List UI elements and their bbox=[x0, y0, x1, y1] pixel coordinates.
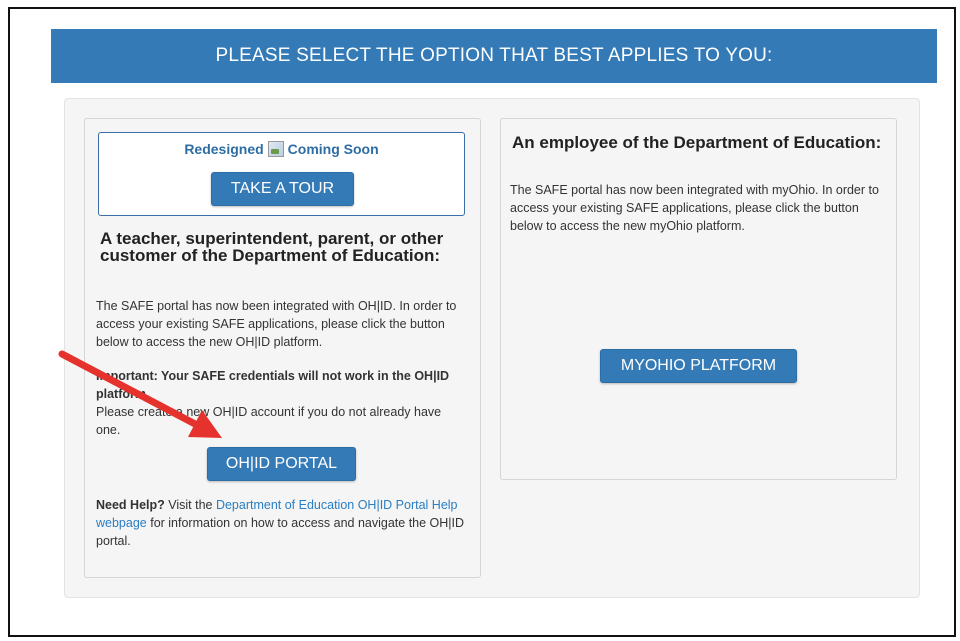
tour-title-prefix: Redesigned bbox=[184, 141, 264, 157]
tour-box: Redesigned Coming Soon TAKE A TOUR bbox=[98, 132, 465, 216]
help-label: Need Help? bbox=[96, 498, 165, 512]
employee-description: The SAFE portal has now been integrated … bbox=[510, 183, 879, 233]
page-title: PLEASE SELECT THE OPTION THAT BEST APPLI… bbox=[215, 45, 773, 66]
important-notice-bold: Important: Your SAFE credentials will no… bbox=[96, 369, 450, 401]
ohid-portal-button[interactable]: OH|ID PORTAL bbox=[207, 447, 356, 481]
take-a-tour-button[interactable]: TAKE A TOUR bbox=[211, 172, 354, 206]
broken-image-icon bbox=[267, 141, 284, 157]
myohio-platform-button[interactable]: MYOHIO PLATFORM bbox=[600, 349, 797, 383]
help-text: Need Help? Visit the Department of Educa… bbox=[96, 496, 468, 550]
help-text-pre: Visit the bbox=[164, 498, 216, 512]
employee-option-card bbox=[500, 118, 897, 480]
tour-title-suffix: Coming Soon bbox=[287, 141, 379, 157]
important-notice: Important: Your SAFE credentials will no… bbox=[96, 367, 468, 439]
customer-description: The SAFE portal has now been integrated … bbox=[96, 299, 457, 349]
page-header: PLEASE SELECT THE OPTION THAT BEST APPLI… bbox=[51, 29, 937, 83]
customer-heading: A teacher, superintendent, parent, or ot… bbox=[100, 229, 444, 265]
help-text-post: for information on how to access and nav… bbox=[96, 516, 465, 548]
tour-title: Redesigned Coming Soon bbox=[99, 141, 464, 157]
important-notice-text: Please create a new OH|ID account if you… bbox=[96, 405, 442, 437]
employee-heading: An employee of the Department of Educati… bbox=[512, 133, 882, 152]
